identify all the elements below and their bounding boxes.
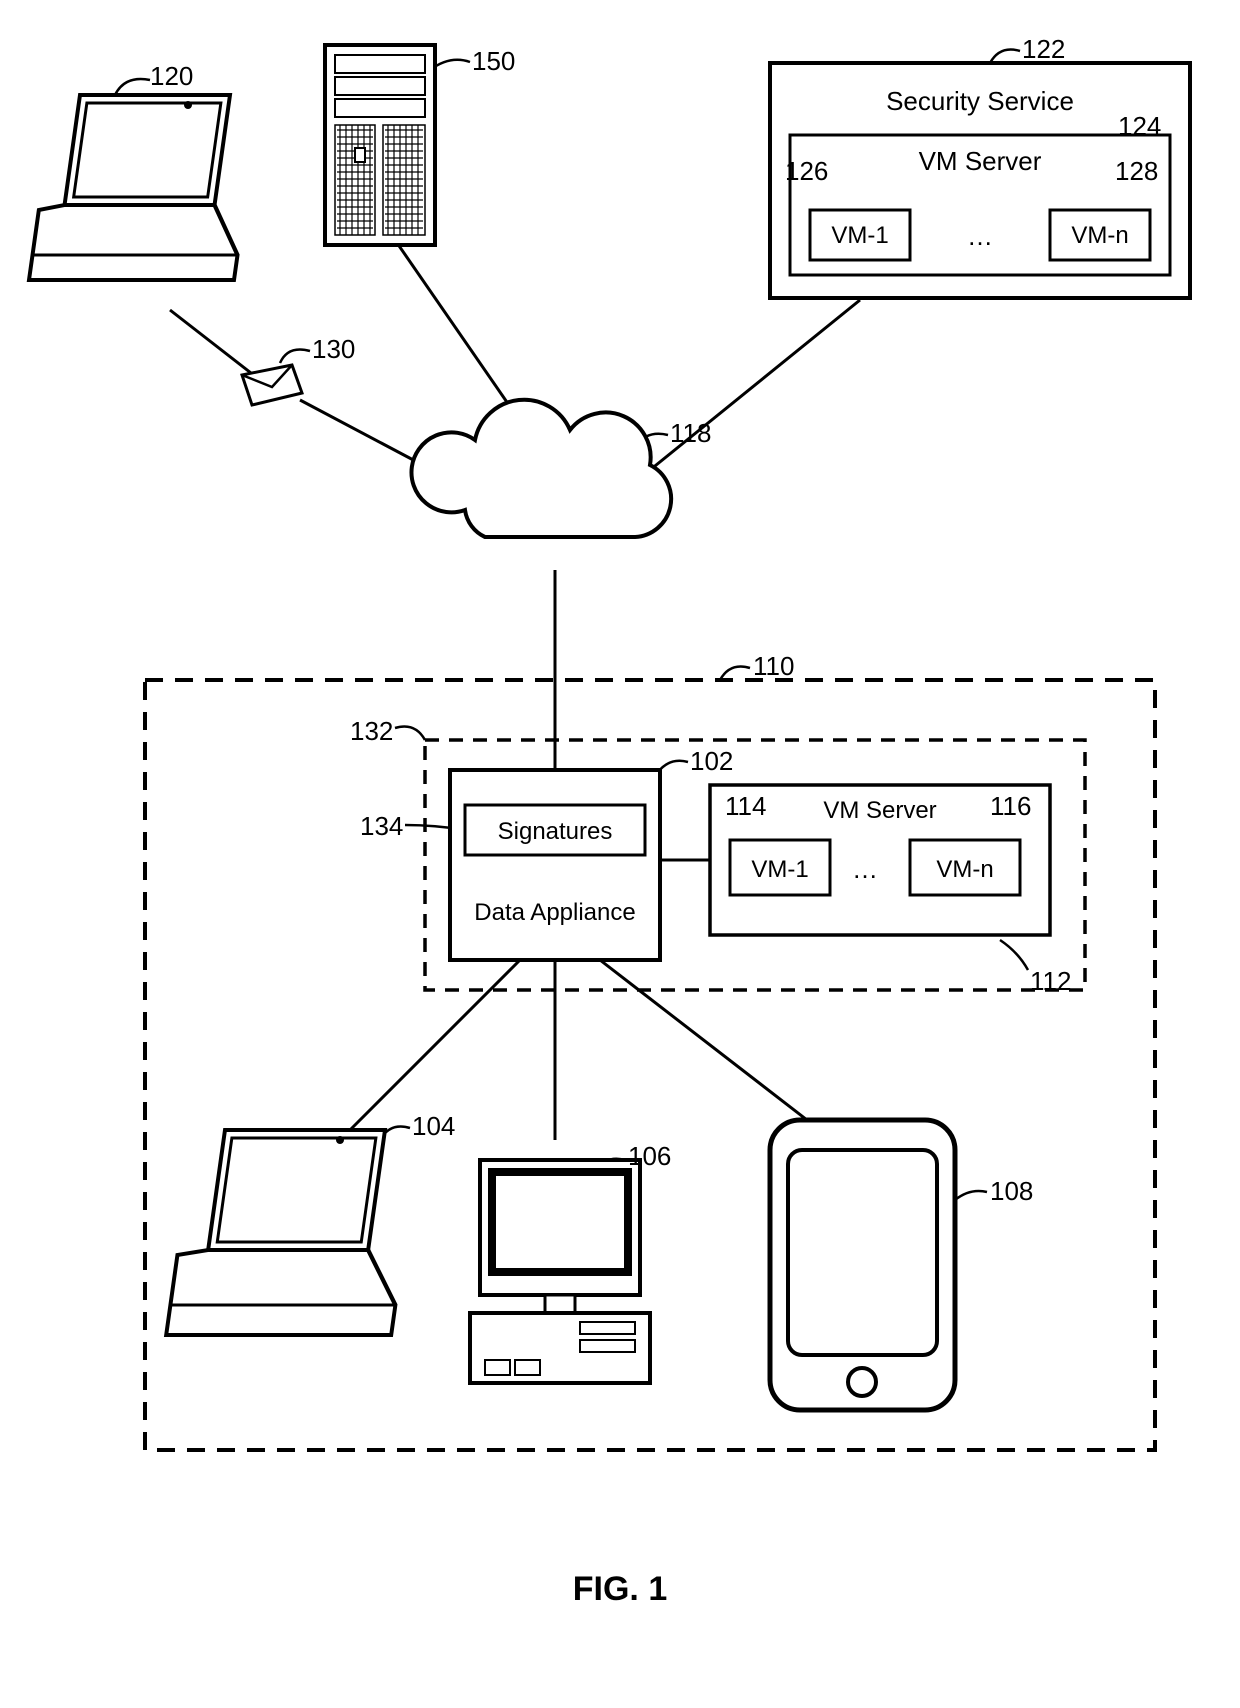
ref-102: 102: [690, 746, 733, 776]
envelope-icon: [242, 365, 302, 405]
vmn-top-label: VM-n: [1071, 222, 1128, 249]
ref-116: 116: [990, 791, 1031, 821]
vm1-top-label: VM-1: [831, 222, 888, 249]
ref-114: 114: [725, 791, 766, 821]
server-tower-icon: [325, 45, 435, 245]
ref-120: 120: [150, 61, 193, 91]
ref-130: 130: [312, 334, 355, 364]
ref-134: 134: [360, 811, 403, 841]
ref-104: 104: [412, 1111, 455, 1141]
cloud-icon: [411, 400, 671, 537]
ref-108: 108: [990, 1176, 1033, 1206]
smartphone-icon: [770, 1120, 955, 1410]
security-service-label: Security Service: [886, 86, 1074, 116]
ref-122: 122: [1022, 34, 1065, 64]
ref-106: 106: [628, 1141, 671, 1171]
ref-132: 132: [350, 716, 393, 746]
vm-server-mid-label: VM Server: [823, 797, 936, 824]
ref-128: 128: [1115, 156, 1158, 186]
vm-server-top-label: VM Server: [919, 146, 1042, 176]
desktop-icon: [470, 1160, 650, 1383]
ref-110: 110: [753, 651, 794, 681]
ref-124: 124: [1118, 111, 1161, 141]
laptop-bottom-icon: [166, 1130, 403, 1335]
signatures-label: Signatures: [498, 818, 613, 845]
vm1-mid-label: VM-1: [751, 856, 808, 883]
data-appliance-label: Data Appliance: [474, 899, 635, 926]
ellipsis-top: …: [967, 221, 993, 251]
diagram-canvas: Security Service VM Server VM-1 … VM-n S…: [0, 0, 1240, 1708]
data-appliance-box: Signatures Data Appliance: [450, 770, 660, 960]
figure-caption: FIG. 1: [573, 1570, 667, 1608]
ellipsis-mid: …: [852, 854, 878, 884]
vmn-mid-label: VM-n: [936, 856, 993, 883]
ref-118: 118: [670, 418, 711, 448]
ref-126: 126: [785, 156, 828, 186]
laptop-icon: [29, 95, 245, 280]
ref-150: 150: [472, 46, 515, 76]
ref-112: 112: [1030, 966, 1071, 996]
